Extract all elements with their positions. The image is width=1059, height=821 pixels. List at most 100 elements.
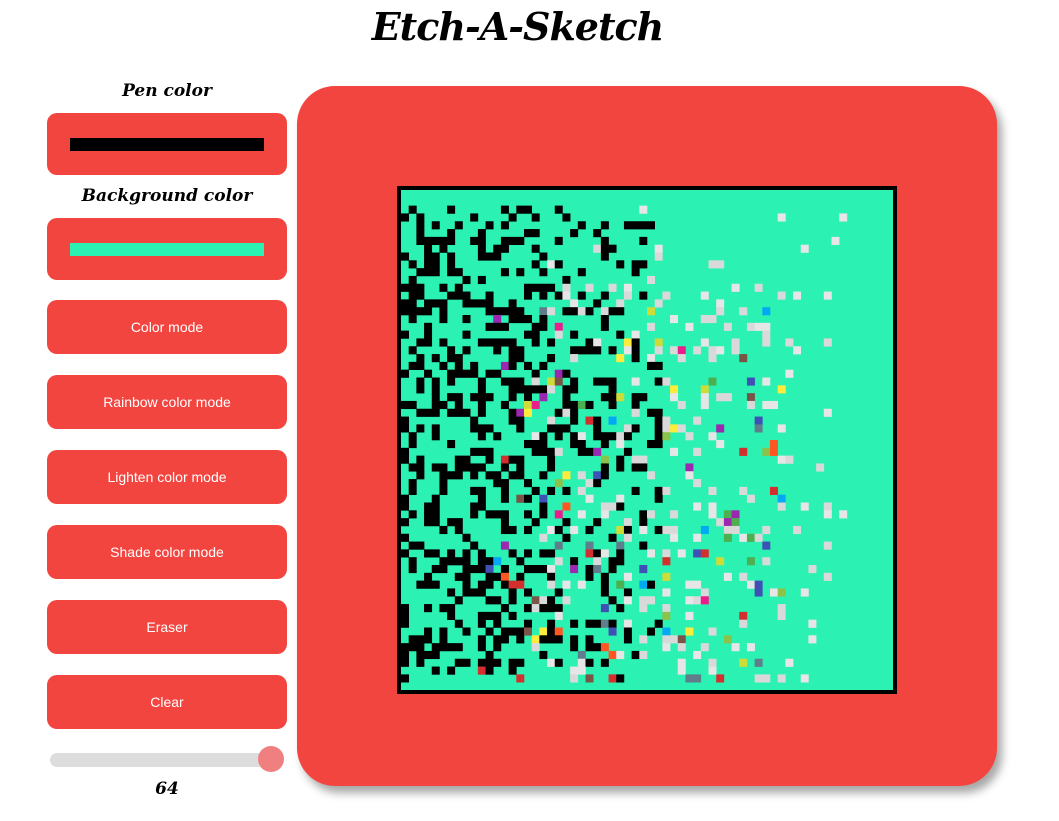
grid-cell[interactable]	[654, 619, 663, 628]
grid-cell[interactable]	[662, 643, 671, 652]
grid-cell[interactable]	[639, 580, 648, 589]
grid-cell[interactable]	[401, 299, 409, 308]
grid-cell[interactable]	[639, 604, 648, 613]
grid-cell[interactable]	[585, 643, 594, 652]
grid-cell[interactable]	[500, 400, 509, 410]
grid-cell[interactable]	[746, 393, 755, 402]
grid-cell[interactable]	[516, 494, 525, 503]
grid-cell[interactable]	[493, 322, 502, 331]
grid-cell[interactable]	[647, 580, 655, 589]
grid-cell[interactable]	[531, 432, 540, 441]
grid-cell[interactable]	[800, 674, 809, 683]
grid-cell[interactable]	[723, 393, 732, 402]
grid-cell[interactable]	[570, 307, 579, 316]
grid-cell[interactable]	[647, 221, 655, 230]
grid-cell[interactable]	[800, 502, 809, 511]
grid-cell[interactable]	[516, 377, 525, 386]
grid-cell[interactable]	[708, 354, 717, 363]
grid-cell[interactable]	[608, 565, 617, 574]
grid-cell[interactable]	[470, 236, 479, 245]
grid-cell[interactable]	[562, 213, 571, 222]
grid-cell[interactable]	[631, 221, 640, 230]
grid-cell[interactable]	[462, 572, 471, 581]
grid-cell[interactable]	[493, 635, 502, 644]
grid-cell[interactable]	[531, 604, 540, 613]
grid-cell[interactable]	[677, 549, 686, 558]
grid-cell[interactable]	[524, 619, 532, 628]
grid-cell[interactable]	[424, 510, 433, 519]
grid-cell[interactable]	[716, 307, 725, 316]
grid-cell[interactable]	[600, 455, 609, 464]
grid-cell[interactable]	[477, 549, 486, 558]
grid-cell[interactable]	[662, 525, 671, 535]
grid-cell[interactable]	[600, 377, 609, 386]
grid-cell[interactable]	[477, 666, 486, 675]
grid-cell[interactable]	[723, 572, 732, 581]
grid-cell[interactable]	[547, 424, 556, 433]
grid-cell[interactable]	[577, 580, 586, 589]
grid-cell[interactable]	[524, 229, 532, 238]
grid-cell[interactable]	[408, 307, 417, 316]
grid-cell[interactable]	[431, 650, 440, 660]
grid-cell[interactable]	[639, 518, 648, 527]
grid-cell[interactable]	[531, 643, 540, 652]
grid-cell[interactable]	[401, 502, 409, 511]
grid-cell[interactable]	[454, 268, 463, 277]
grid-cell[interactable]	[547, 635, 556, 644]
grid-cell[interactable]	[793, 291, 802, 300]
grid-cell[interactable]	[431, 385, 440, 394]
grid-cell[interactable]	[477, 658, 486, 667]
grid-cell[interactable]	[531, 440, 540, 449]
grid-cell[interactable]	[431, 502, 440, 511]
grid-cell[interactable]	[616, 440, 625, 449]
grid-cell[interactable]	[593, 299, 602, 308]
drawing-grid[interactable]	[397, 186, 897, 694]
grid-cell[interactable]	[408, 275, 417, 285]
grid-cell[interactable]	[493, 643, 502, 652]
grid-cell[interactable]	[485, 572, 494, 581]
grid-cell[interactable]	[554, 635, 563, 644]
grid-cell[interactable]	[477, 580, 486, 589]
grid-cell[interactable]	[416, 658, 425, 667]
grid-cell[interactable]	[524, 291, 532, 300]
grid-cell[interactable]	[477, 611, 486, 620]
grid-cell[interactable]	[524, 565, 532, 574]
grid-cell[interactable]	[539, 268, 548, 277]
grid-cell[interactable]	[470, 486, 479, 495]
grid-cell[interactable]	[654, 424, 663, 433]
grid-cell[interactable]	[439, 315, 448, 324]
grid-cell[interactable]	[600, 588, 609, 597]
grid-cell[interactable]	[531, 213, 540, 222]
grid-cell[interactable]	[685, 463, 694, 472]
grid-cell[interactable]	[693, 596, 702, 605]
grid-cell[interactable]	[431, 494, 440, 503]
grid-cell[interactable]	[408, 541, 417, 550]
grid-cell[interactable]	[516, 572, 525, 581]
grid-cell[interactable]	[547, 377, 556, 386]
grid-cell[interactable]	[447, 611, 456, 620]
grid-cell[interactable]	[493, 572, 502, 581]
grid-cell[interactable]	[647, 440, 655, 449]
grid-cell[interactable]	[439, 299, 448, 308]
grid-cell[interactable]	[554, 330, 563, 339]
grid-cell[interactable]	[485, 338, 494, 347]
grid-cell[interactable]	[477, 447, 486, 456]
grid-cell[interactable]	[608, 432, 617, 441]
grid-cell[interactable]	[508, 236, 517, 245]
grid-cell[interactable]	[639, 541, 648, 550]
grid-cell[interactable]	[447, 260, 456, 269]
grid-cell[interactable]	[454, 471, 463, 480]
grid-cell[interactable]	[700, 549, 709, 558]
grid-cell[interactable]	[585, 572, 594, 581]
grid-cell[interactable]	[677, 666, 686, 675]
grid-cell[interactable]	[823, 510, 832, 519]
grid-cell[interactable]	[670, 510, 679, 519]
grid-cell[interactable]	[570, 400, 579, 410]
grid-cell[interactable]	[493, 346, 502, 355]
grid-cell[interactable]	[554, 588, 563, 597]
grid-cell[interactable]	[754, 580, 763, 589]
grid-cell[interactable]	[554, 525, 563, 535]
grid-cell[interactable]	[685, 580, 694, 589]
grid-cell[interactable]	[623, 346, 632, 355]
grid-cell[interactable]	[547, 572, 556, 581]
